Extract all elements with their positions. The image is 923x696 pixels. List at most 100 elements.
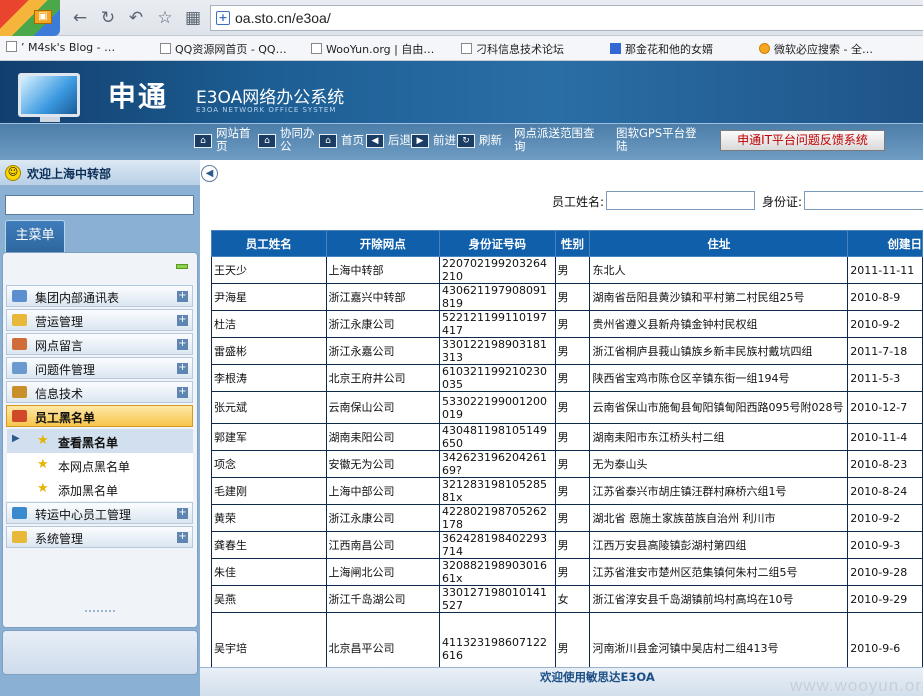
undo-icon[interactable]: ↶: [126, 8, 146, 28]
table-row[interactable]: 尹海星 浙江嘉兴中转部 430621197908091819 男湖南省岳阳县黄沙镇和平…: [211, 283, 923, 311]
favorite-star-icon[interactable]: ☆: [155, 8, 175, 28]
col-header[interactable]: 身份证号码: [439, 230, 556, 257]
table-cell: 浙江永康公司: [325, 310, 441, 338]
table-cell: 2010-12-7: [847, 391, 923, 424]
nav-back[interactable]: ◀ 后退: [366, 134, 411, 148]
table-cell: 杜洁: [211, 310, 327, 338]
nav-forward[interactable]: ▶ 前进: [411, 134, 456, 148]
table-row[interactable]: 黄荣 浙江永康公司 422802198705262178 男湖北省 恩施土家族苗族自治…: [211, 504, 923, 532]
home-icon: ⌂: [319, 134, 337, 148]
table-row[interactable]: 龚春生 江西南昌公司 362428198402293714 男江西万安县高陵镇彭湖村第…: [211, 531, 923, 559]
browser-logo-icon[interactable]: ▣: [0, 0, 60, 36]
table-cell: 北京王府井公司: [325, 364, 441, 392]
table-cell: 32088219890301661x: [439, 558, 556, 586]
table-cell: 男: [554, 310, 591, 338]
table-row[interactable]: 李根涛 北京王府井公司 610321199210230035 男陕西省宝鸡市陈仓区辛镇…: [211, 364, 923, 392]
table-row[interactable]: 王天少 上海中转部 220702199203264210 男东北人 2011-11-11: [211, 256, 923, 284]
welcome-text: 欢迎上海中转部: [27, 167, 112, 181]
table-row[interactable]: 郭建军 湖南耒阳公司 430481198105149650 男湖南耒阳市东江桥头村二组…: [211, 423, 923, 451]
nav-refresh[interactable]: ↻ 刷新: [457, 134, 502, 148]
table-cell: 男: [554, 364, 591, 392]
table-cell: 龚春生: [211, 531, 327, 559]
address-bar[interactable]: + oa.sto.cn/e3oa/: [210, 5, 923, 31]
id-label: 身份证:: [762, 195, 803, 209]
bookmark-3[interactable]: WooYun.org | 自由…: [311, 41, 434, 57]
table-cell: 雷盛彬: [211, 337, 327, 365]
collapse-sidebar-icon[interactable]: ◀: [201, 165, 218, 182]
star-icon: ★: [37, 433, 49, 448]
forward-arrow-icon: ▶: [411, 134, 429, 148]
expand-plus-icon[interactable]: +: [177, 532, 188, 543]
welcome-bar: ☺ 欢迎上海中转部: [0, 160, 200, 186]
bookmark-4[interactable]: 刁科信息技术论坛: [461, 41, 564, 57]
submenu-add-blacklist[interactable]: ★ 添加黑名单: [7, 477, 193, 501]
table-row[interactable]: 项念 安徽无为公司 34262319620426169? 男无为泰山头 2010-8-2…: [211, 450, 923, 478]
menu-item-issues[interactable]: 问题件管理 +: [6, 357, 193, 379]
col-header[interactable]: 开除网点: [325, 230, 441, 257]
staff-icon: [12, 507, 27, 519]
refresh-icon: ↻: [457, 134, 475, 148]
nav-site-home[interactable]: ⌂ 网站首页: [194, 127, 256, 153]
back-arrow-icon[interactable]: ←: [70, 8, 90, 28]
table-cell: 34262319620426169?: [439, 450, 556, 478]
main-menu-tab[interactable]: 主菜单: [5, 220, 65, 253]
table-cell: 陕西省宝鸡市陈仓区辛镇东街一组194号: [589, 364, 849, 392]
menu-item-operations[interactable]: 营运管理 +: [6, 309, 193, 331]
table-cell: 男: [554, 391, 591, 424]
table-cell: 东北人: [589, 256, 849, 284]
employee-name-input[interactable]: [606, 191, 755, 210]
system-title: E3OA网络办公系统: [196, 88, 345, 108]
menu-item-blacklist[interactable]: 员工黑名单: [6, 405, 193, 427]
bookmark-5[interactable]: 那金花和他的女婿: [610, 41, 713, 57]
name-label: 员工姓名:: [552, 195, 605, 209]
expand-plus-icon[interactable]: +: [177, 315, 188, 326]
bookmark-6[interactable]: 微软必应搜索 - 全…: [759, 41, 873, 57]
nav-gps-login[interactable]: 图软GPS平台登陆: [616, 127, 704, 153]
table-cell: 江西南昌公司: [325, 531, 441, 559]
table-row[interactable]: 雷盛彬 浙江永嘉公司 330122198903181313 男浙江省桐庐县莪山镇族乡新…: [211, 337, 923, 365]
table-row[interactable]: 毛建刚 上海中部公司 32128319810528581x 男江苏省泰兴市胡庄镇汪群村…: [211, 477, 923, 505]
menu-grip[interactable]: [85, 610, 115, 614]
menu-item-messages[interactable]: 网点留言 +: [6, 333, 193, 355]
feedback-button[interactable]: 申通IT平台问题反馈系统: [720, 130, 885, 151]
users-icon: [12, 338, 27, 350]
menu-item-system[interactable]: 系统管理 +: [6, 526, 193, 548]
table-cell: 610321199210230035: [439, 364, 556, 392]
table-cell: 浙江永康公司: [325, 504, 441, 532]
sidebar-search-input[interactable]: [5, 195, 194, 215]
brand-name: 申通: [108, 80, 169, 113]
bookmark-1[interactable]: ’ M4sk's Blog - …: [6, 41, 115, 54]
table-row[interactable]: 杜洁 浙江永康公司 522121199110197417 男贵州省遵义县新舟镇金钟村民…: [211, 310, 923, 338]
table-row[interactable]: 吴燕 浙江千岛湖公司 330127198010141527 女浙江省淳安县千岛湖镇前坞…: [211, 585, 923, 613]
table-cell: 2010-11-4: [847, 423, 923, 451]
expand-plus-icon[interactable]: +: [177, 508, 188, 519]
submenu-local-blacklist[interactable]: ★ 本网点黑名单: [7, 453, 193, 477]
expand-plus-icon[interactable]: +: [177, 387, 188, 398]
col-header[interactable]: 员工姓名: [211, 230, 327, 257]
nav-home[interactable]: ⌂ 首页: [319, 134, 364, 148]
col-header[interactable]: 性别: [554, 230, 591, 257]
col-header[interactable]: 住址: [589, 230, 849, 257]
bookmark-2[interactable]: QQ资源网首页 - QQ…: [160, 41, 287, 57]
url-text[interactable]: oa.sto.cn/e3oa/: [235, 10, 331, 26]
table-cell: 330122198903181313: [439, 337, 556, 365]
table-row[interactable]: 朱佳 上海闸北公司 32088219890301661x 男江苏省淮安市楚州区范集镇何…: [211, 558, 923, 586]
table-cell: 2011-11-11: [847, 256, 923, 284]
submenu-view-blacklist[interactable]: ▶ ★ 查看黑名单: [7, 429, 193, 453]
monitor-icon: [18, 73, 80, 117]
col-header[interactable]: 创建日: [847, 230, 923, 257]
smiley-icon: ☺: [5, 165, 21, 181]
menu-item-directory[interactable]: 集团内部通讯表 +: [6, 285, 193, 307]
table-row[interactable]: 张元斌 云南保山公司 533022199001200019 男云南省保山市施甸县甸阳镇…: [211, 391, 923, 424]
menu-item-transit-staff[interactable]: 转运中心员工管理 +: [6, 502, 193, 524]
id-number-input[interactable]: [804, 191, 923, 210]
minimize-icon[interactable]: [176, 264, 188, 269]
expand-plus-icon[interactable]: +: [177, 339, 188, 350]
reload-icon[interactable]: ↻: [98, 8, 118, 28]
nav-collab[interactable]: ⌂ 协同办公: [258, 127, 320, 153]
menu-item-it[interactable]: 信息技术 +: [6, 381, 193, 403]
apps-grid-icon[interactable]: ▦: [183, 8, 203, 28]
expand-plus-icon[interactable]: +: [177, 363, 188, 374]
nav-delivery-range[interactable]: 网点派送范围查询: [514, 127, 602, 153]
expand-plus-icon[interactable]: +: [177, 291, 188, 302]
